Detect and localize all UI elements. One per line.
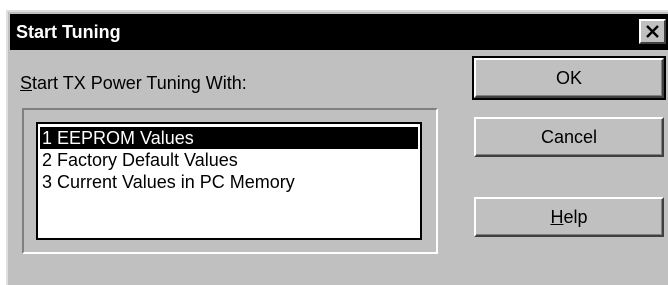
help-button[interactable]: Help xyxy=(474,197,664,237)
close-button[interactable] xyxy=(639,19,666,44)
cancel-button[interactable]: Cancel xyxy=(474,117,664,157)
title-bar[interactable]: Start Tuning xyxy=(10,14,668,50)
tuning-source-label: Start TX Power Tuning With: xyxy=(20,72,247,94)
start-tuning-dialog: Start Tuning Start TX Power Tuning With:… xyxy=(6,10,668,285)
list-item-eeprom-values[interactable]: 1 EEPROM Values xyxy=(40,127,418,149)
window-title: Start Tuning xyxy=(16,22,121,42)
label-text: tart TX Power Tuning With: xyxy=(32,73,247,93)
tuning-source-listbox[interactable]: 1 EEPROM Values 2 Factory Default Values… xyxy=(36,122,422,240)
list-item-factory-default-values[interactable]: 2 Factory Default Values xyxy=(40,149,418,171)
help-mnemonic: H xyxy=(550,207,564,227)
help-label: elp xyxy=(563,207,588,227)
list-item-current-values-pc-memory[interactable]: 3 Current Values in PC Memory xyxy=(40,171,418,193)
close-icon xyxy=(646,25,659,38)
list-frame: 1 EEPROM Values 2 Factory Default Values… xyxy=(22,108,438,254)
ok-button[interactable]: OK xyxy=(472,56,666,100)
label-mnemonic: S xyxy=(20,73,33,93)
